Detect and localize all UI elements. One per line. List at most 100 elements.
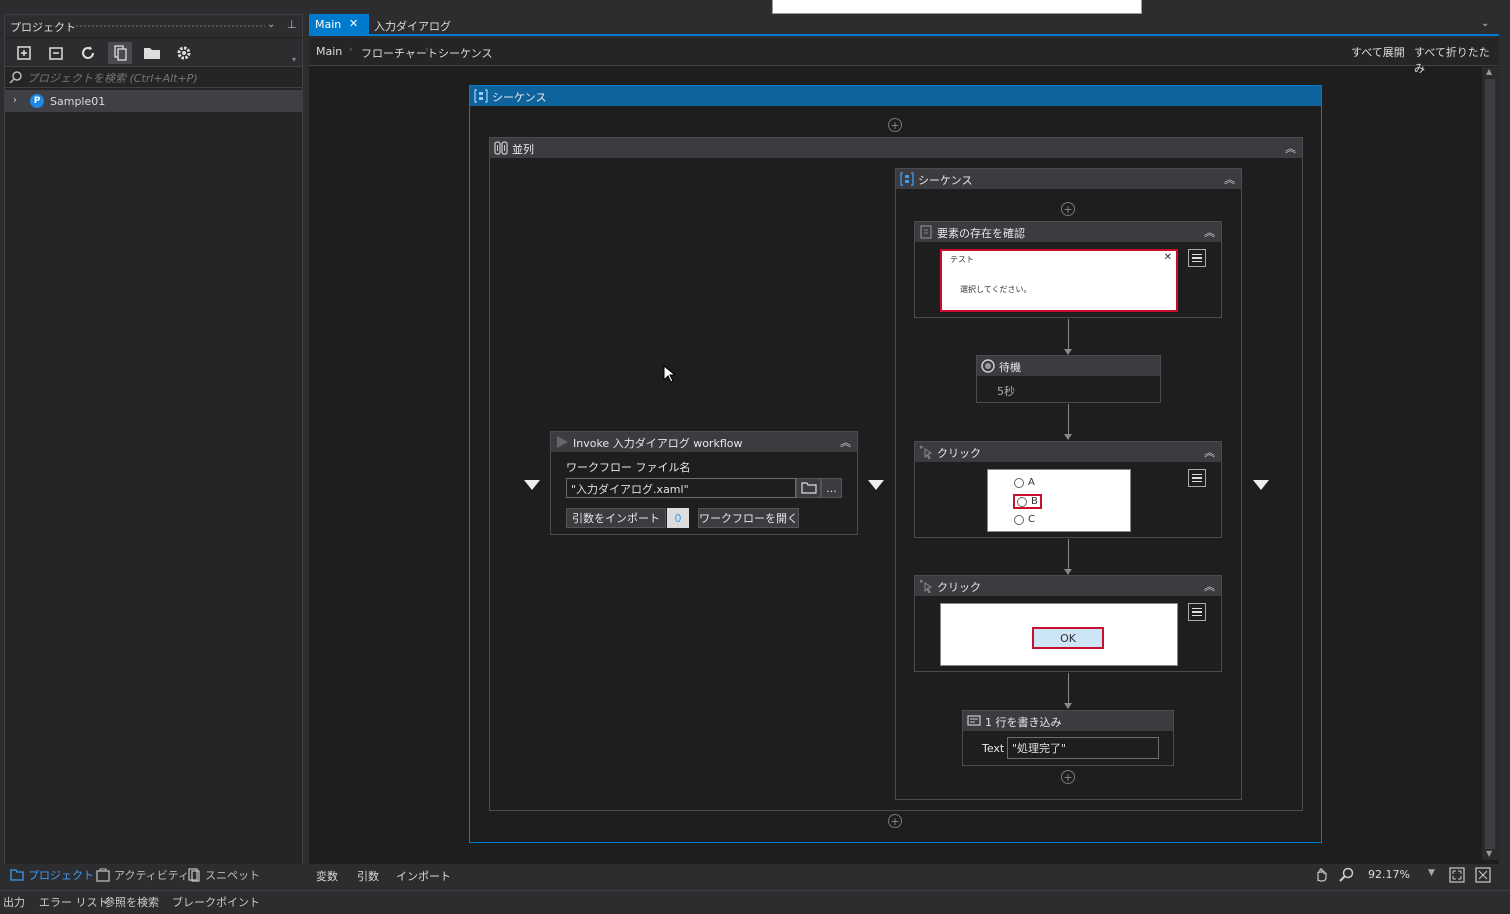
panel-grip[interactable] [75,24,265,29]
close-icon[interactable]: ✕ [349,17,358,30]
add-icon[interactable] [12,42,36,64]
fit-to-screen-icon[interactable] [1449,867,1465,883]
tab-snippets[interactable]: スニペット [187,867,260,883]
browse-folder-button[interactable] [796,478,821,498]
tab-find-references[interactable]: 参照を検索 [104,894,159,910]
collapse-icon[interactable]: ︽ [1285,140,1296,156]
expand-all-link[interactable]: すべて展開 [1351,44,1405,60]
radio-icon [1017,496,1027,507]
vertical-scrollbar[interactable]: ▲ ▼ [1482,67,1499,860]
click2-title: クリック [937,581,981,594]
arguments-tab[interactable]: 引数 [357,868,379,884]
element-screenshot-preview[interactable]: テスト ✕ 選択してください。 [940,249,1178,312]
scrollbar-thumb[interactable] [1485,79,1495,849]
expand-chevron-icon[interactable]: › [13,95,17,106]
collapse-icon[interactable] [44,42,68,64]
toolbar-overflow-icon[interactable]: ▾ [292,55,296,64]
menu-icon[interactable] [1188,469,1206,487]
add-activity-icon[interactable]: + [1061,202,1075,216]
click-activity-2[interactable]: クリック ︽ OK [914,575,1222,672]
workflow-file-field[interactable]: "入力ダイアログ.xaml" [566,478,796,498]
flow-arrow [1064,539,1072,575]
scroll-down-icon[interactable]: ▼ [1486,849,1492,858]
parallel-title: 並列 [512,143,534,156]
collapse-icon[interactable]: ︽ [1204,578,1215,594]
tab-activities[interactable]: アクティビティ [96,867,189,883]
menu-icon[interactable] [1188,249,1206,267]
tree-item-label: Sample01 [50,95,106,108]
zoom-level[interactable]: 92.17% [1368,868,1410,881]
tab-main[interactable]: Main ✕ [309,14,369,36]
invoke-icon [555,435,569,449]
collapse-icon[interactable]: ︽ [1204,224,1215,240]
imports-tab[interactable]: インポート [396,868,451,884]
tab-error-list[interactable]: エラー リスト [39,894,109,910]
radio-screenshot-preview[interactable]: A B C [987,469,1131,532]
overview-icon[interactable] [1475,867,1491,883]
radio-option-b-target: B [1013,494,1042,509]
delay-title: 待機 [999,361,1021,374]
add-activity-icon[interactable]: + [1061,770,1075,784]
breadcrumb-sequence[interactable]: シーケンス [438,45,492,61]
argument-count-badge: 0 [667,508,689,528]
panel-dropdown-icon[interactable]: ⌄ [267,19,275,30]
delay-duration: 5秒 [997,385,1015,398]
workflow-file-label: ワークフロー ファイル名 [566,461,691,474]
collapse-icon[interactable]: ︽ [1204,444,1215,460]
tab-breakpoints[interactable]: ブレークポイント [172,894,260,910]
menu-icon[interactable] [1188,603,1206,621]
pan-hand-icon[interactable] [1313,867,1329,883]
designer-statusbar: 変数 引数 インポート 92.17% ▼ [309,864,1499,886]
collapse-icon[interactable]: ︽ [1224,171,1235,187]
inner-sequence[interactable]: シーケンス ︽ + 要素の存在を確認 ︽ テスト ✕ 選択してください。 待機 … [895,168,1242,800]
drop-arrow-icon[interactable] [868,480,884,490]
more-options-button[interactable]: ... [821,478,842,498]
tab-snippets-label: スニペット [205,869,260,882]
add-activity-icon[interactable]: + [888,118,902,132]
tree-item-sample01[interactable]: › P Sample01 [5,90,302,112]
write-line-title: 1 行を書き込み [985,716,1062,729]
flow-arrow [1064,673,1072,709]
drop-arrow-icon[interactable] [1253,480,1269,490]
element-exists-activity[interactable]: 要素の存在を確認 ︽ テスト ✕ 選択してください。 [914,221,1222,318]
variables-tab[interactable]: 変数 [316,868,338,884]
delay-activity[interactable]: 待機 5秒 [976,355,1161,403]
click-activity-1[interactable]: クリック ︽ A B C [914,441,1222,538]
tab-project[interactable]: プロジェクト [10,867,94,883]
import-arguments-button[interactable]: 引数をインポート [566,508,666,528]
settings-icon[interactable] [172,42,196,64]
scroll-up-icon[interactable]: ▲ [1486,67,1492,76]
tab-list-dropdown-icon[interactable]: ⌄ [1481,18,1489,29]
tab-input-dialog[interactable]: 入力ダイアログ [374,18,451,34]
add-activity-icon[interactable]: + [888,814,902,828]
flow-arrow [1064,404,1072,440]
write-line-activity[interactable]: 1 行を書き込み Text "処理完了" [962,710,1174,766]
show-all-files-icon[interactable] [108,42,132,64]
open-workflow-button[interactable]: ワークフローを開く [698,508,799,528]
folder-icon [10,869,24,881]
button-screenshot-preview[interactable]: OK [940,603,1178,666]
project-search [5,68,302,88]
parallel-header: 並列 ︽ [490,138,1302,158]
parallel-activity[interactable]: 並列 ︽ Invoke 入力ダイアログ workflow ︽ ワークフロー ファ… [489,137,1303,811]
project-search-input[interactable] [27,71,297,85]
document-tabs: Main ✕ 入力ダイアログ ⌄ [309,14,1499,36]
outer-sequence[interactable]: シーケンス + + 並列 ︽ Invoke 入力ダイアログ workflow ︽… [469,85,1322,843]
sequence-icon [900,172,914,186]
drop-arrow-icon[interactable] [524,480,540,490]
zoom-dropdown-icon[interactable]: ▼ [1428,868,1435,878]
outer-sequence-header: シーケンス [470,86,1321,106]
invoke-workflow-activity[interactable]: Invoke 入力ダイアログ workflow ︽ ワークフロー ファイル名 "… [550,431,858,535]
pin-icon[interactable]: ⊥ [287,18,297,31]
click-icon [919,445,933,459]
tab-output[interactable]: 出力 [3,894,25,910]
breadcrumb-main[interactable]: Main [316,45,342,58]
open-folder-icon[interactable] [140,42,164,64]
project-panel: プロジェクト ⌄ ⊥ ▾ › P Sample01 [4,14,303,866]
zoom-icon[interactable] [1339,867,1355,883]
click2-header: クリック ︽ [915,576,1221,596]
collapse-icon[interactable]: ︽ [840,434,851,450]
write-line-text-field[interactable]: "処理完了" [1007,737,1159,759]
refresh-icon[interactable] [76,42,100,64]
radio-a-label: A [1028,477,1035,488]
